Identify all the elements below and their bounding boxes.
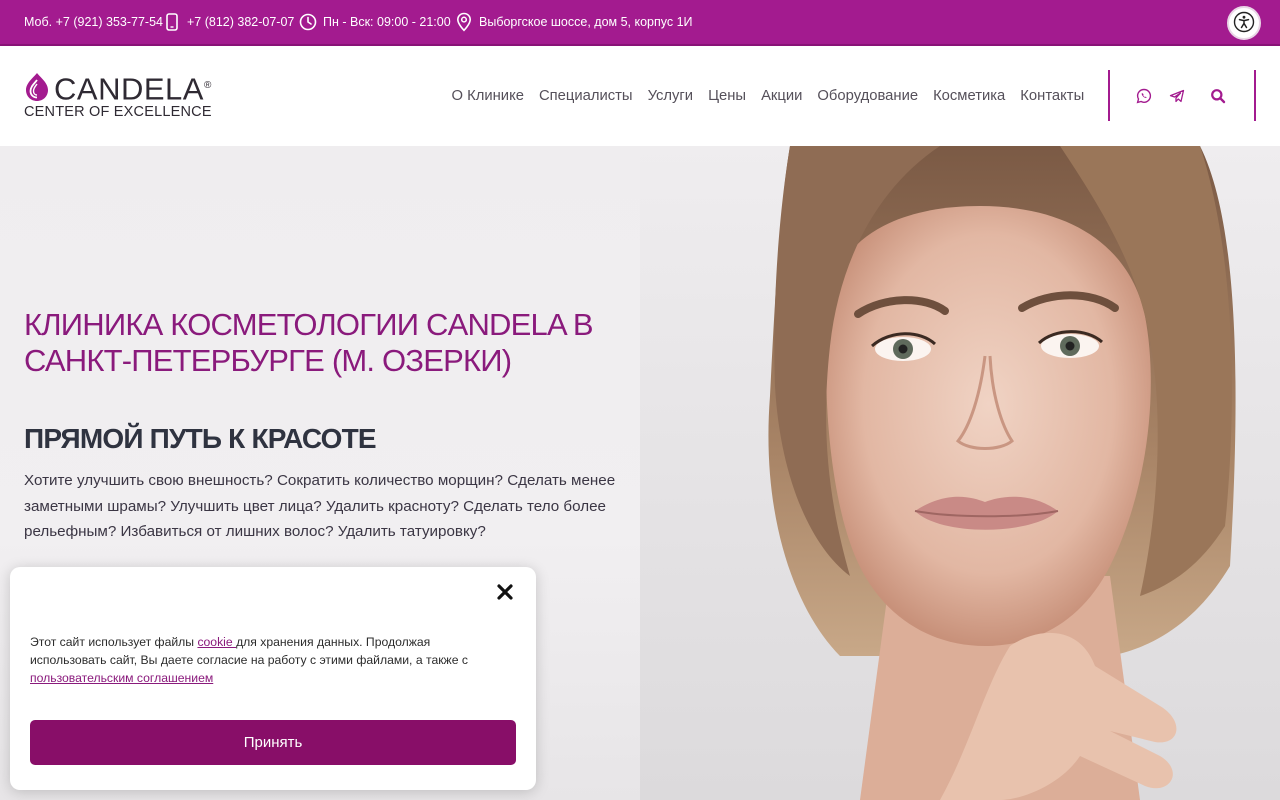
smartphone-icon — [163, 13, 181, 31]
site-header: CANDELA® CENTER OF EXCELLENCE О Клинике … — [0, 46, 1280, 146]
accessibility-button[interactable] — [1227, 6, 1261, 40]
whatsapp-icon[interactable] — [1134, 86, 1154, 106]
nav-item-specialists[interactable]: Специалисты — [531, 88, 640, 104]
nav-item-prices[interactable]: Цены — [701, 88, 754, 104]
nav-item-about[interactable]: О Клинике — [444, 88, 531, 104]
header-divider-left — [1108, 70, 1110, 121]
map-pin-icon — [455, 12, 473, 32]
accept-cookies-button[interactable]: Принять — [30, 720, 516, 765]
logo-registered-mark: ® — [203, 80, 212, 91]
phone-text: +7 (812) 382-07-07 — [187, 15, 295, 29]
hero-woman-photo — [640, 146, 1280, 800]
hero-description: Хотите улучшить свою внешность? Сократит… — [24, 472, 616, 540]
hours-text: Пн - Вск: 09:00 - 21:00 — [323, 15, 451, 29]
mobile-phone-link[interactable]: Моб. +7 (921) 353-77-54 — [24, 0, 163, 44]
nav-item-contacts[interactable]: Контакты — [1013, 88, 1092, 104]
accessibility-icon — [1233, 11, 1255, 36]
hero-title: КЛИНИКА КОСМЕТОЛОГИИ CANDELA В САНКТ-ПЕТ… — [24, 307, 594, 378]
cookie-consent-text: Этот сайт использует файлы cookie для хр… — [30, 633, 510, 687]
cookie-text-part-1: Этот сайт использует файлы — [30, 635, 198, 649]
address-link[interactable]: Выборгское шоссе, дом 5, корпус 1И — [455, 0, 693, 44]
hero-subtitle: ПРЯМОЙ ПУТЬ К КРАСОТЕ — [24, 423, 377, 454]
clock-icon — [299, 13, 317, 31]
nav-item-equipment[interactable]: Оборудование — [810, 88, 926, 104]
close-icon[interactable] — [494, 581, 516, 603]
phone-link[interactable]: +7 (812) 382-07-07 — [163, 0, 294, 44]
hours-info: Пн - Вск: 09:00 - 21:00 — [299, 0, 451, 44]
cookie-policy-link[interactable]: cookie — [197, 635, 236, 649]
nav-item-promotions[interactable]: Акции — [754, 88, 810, 104]
address-text: Выборгское шоссе, дом 5, корпус 1И — [479, 15, 693, 29]
cookie-consent-dialog: Этот сайт использует файлы cookie для хр… — [10, 567, 536, 790]
user-agreement-link[interactable]: пользовательским соглашением — [30, 671, 213, 685]
mobile-phone-text: Моб. +7 (921) 353-77-54 — [24, 15, 163, 29]
candela-logo[interactable]: CANDELA® CENTER OF EXCELLENCE — [24, 69, 212, 124]
nav-item-services[interactable]: Услуги — [640, 88, 701, 104]
main-nav: О Клинике Специалисты Услуги Цены Акции … — [444, 46, 1092, 146]
header-divider-right — [1254, 70, 1256, 121]
search-icon[interactable] — [1208, 86, 1228, 106]
top-contact-bar: Моб. +7 (921) 353-77-54 +7 (812) 382-07-… — [0, 0, 1280, 46]
telegram-icon[interactable] — [1167, 86, 1187, 106]
nav-item-cosmetics[interactable]: Косметика — [926, 88, 1013, 104]
logo-word-text: CANDELA — [54, 71, 204, 107]
candela-logo-mark-icon — [24, 72, 50, 107]
logo-subtitle: CENTER OF EXCELLENCE — [24, 104, 212, 120]
logo-wordmark: CANDELA® — [54, 69, 212, 106]
